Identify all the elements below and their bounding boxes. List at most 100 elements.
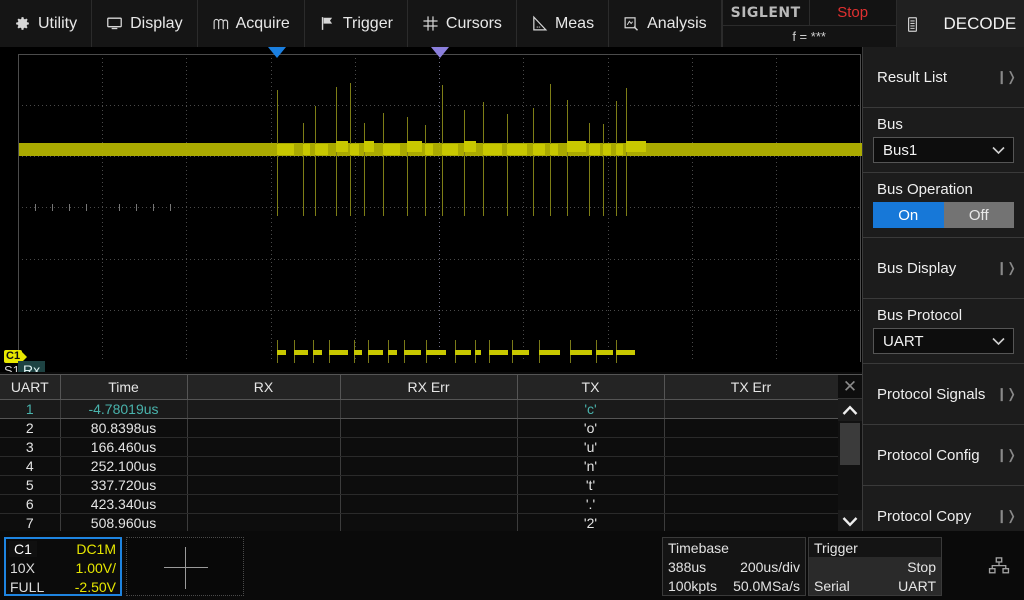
- cell-tx: 't': [517, 475, 664, 494]
- col-header-tx[interactable]: TX: [517, 375, 664, 399]
- waveform-segment: [425, 144, 433, 155]
- waveform-segment: [626, 141, 646, 152]
- waveform-segment: [350, 144, 359, 155]
- menu-protocol-config[interactable]: Protocol Config ❙❭: [863, 425, 1024, 486]
- menu-bus-operation: Bus Operation On Off: [863, 173, 1024, 238]
- col-header-rxerr[interactable]: RX Err: [340, 375, 517, 399]
- grid-line-h: [18, 259, 861, 260]
- scroll-up-button[interactable]: [838, 399, 862, 421]
- menu-item-display[interactable]: Display: [92, 0, 197, 47]
- cell-time: 337.720us: [60, 475, 187, 494]
- waveform-edge: [507, 114, 508, 216]
- menu-label-analysis: Analysis: [647, 15, 707, 33]
- waveform-segment: [442, 144, 458, 155]
- cell-tx: 'n': [517, 456, 664, 475]
- close-icon[interactable]: ✕: [838, 375, 862, 399]
- table-side-controls: ✕: [838, 375, 862, 532]
- grid-center-ruler: [439, 54, 440, 362]
- cell-time: 508.960us: [60, 513, 187, 532]
- table-row[interactable]: 280.8398us'o': [0, 418, 838, 437]
- cell-rx: [187, 475, 340, 494]
- menu-item-trigger[interactable]: Trigger: [305, 0, 408, 47]
- plus-icon-v: [185, 547, 186, 589]
- menu-item-analysis[interactable]: Analysis: [609, 0, 722, 47]
- channel1-bandwidth: FULL: [10, 579, 44, 595]
- table-row[interactable]: 5337.720us't': [0, 475, 838, 494]
- col-header-rx[interactable]: RX: [187, 375, 340, 399]
- cell-tx: 'u': [517, 437, 664, 456]
- cell-rxerr: [340, 456, 517, 475]
- menu-item-acquire[interactable]: Acquire: [198, 0, 305, 47]
- menu-item-utility[interactable]: Utility: [0, 0, 92, 47]
- cell-rxerr: [340, 399, 517, 418]
- cell-rxerr: [340, 418, 517, 437]
- rx-pulse: [475, 350, 481, 355]
- menu-result-list[interactable]: Result List ❙❭: [863, 47, 1024, 108]
- waveform-segment: [315, 144, 328, 155]
- channel1-probe: 10X: [10, 560, 35, 576]
- menu-item-cursors[interactable]: Cursors: [408, 0, 517, 47]
- run-state-badge[interactable]: Stop: [810, 0, 896, 25]
- col-header-uart[interactable]: UART: [0, 375, 60, 399]
- submenu-arrow-icon: ❙❭: [996, 508, 1016, 524]
- table-row[interactable]: 1-4.78019us'c': [0, 399, 838, 418]
- grid-line-v: [102, 54, 103, 362]
- trigger-position-marker[interactable]: [431, 47, 449, 58]
- bus-select[interactable]: Bus1: [873, 137, 1014, 163]
- add-channel-slot[interactable]: [126, 537, 244, 596]
- graticule: [18, 54, 861, 362]
- menu-label-utility: Utility: [38, 15, 77, 33]
- waveform-segment: [483, 144, 502, 155]
- decode-result-table[interactable]: UART Time RX RX Err TX TX Err 1-4.78019u…: [0, 374, 862, 531]
- rx-pulse: [354, 350, 362, 355]
- menu-item-meas[interactable]: Meas: [517, 0, 609, 47]
- timebase-title: Timebase: [663, 538, 805, 557]
- trigger-type: Serial: [814, 578, 850, 594]
- channel1-settings-box[interactable]: C1 DC1M 10X 1.00V/ FULL -2.50V: [4, 537, 122, 596]
- cell-time: -4.78019us: [60, 399, 187, 418]
- bus-operation-on-button[interactable]: On: [873, 202, 944, 228]
- cell-rx: [187, 513, 340, 532]
- cell-time: 423.340us: [60, 494, 187, 513]
- bus-protocol-select[interactable]: UART: [873, 328, 1014, 354]
- table-scrollbar[interactable]: [838, 421, 862, 510]
- cell-rx: [187, 437, 340, 456]
- waveform-segment: [383, 144, 400, 155]
- bus-operation-toggle[interactable]: On Off: [873, 202, 1014, 228]
- cell-txerr: [664, 399, 838, 418]
- bus-operation-off-button[interactable]: Off: [944, 202, 1015, 228]
- trigger-level-marker-left[interactable]: [268, 47, 286, 58]
- cell-tx: 'c': [517, 399, 664, 418]
- waveform-edge: [303, 123, 304, 216]
- menu-bus-display[interactable]: Bus Display ❙❭: [863, 238, 1024, 299]
- table-header-row: UART Time RX RX Err TX TX Err: [0, 375, 838, 399]
- scroll-down-button[interactable]: [838, 510, 862, 532]
- waveform-edge: [425, 125, 426, 216]
- decode-title-bar: DECODE: [897, 0, 1024, 47]
- network-icon[interactable]: [988, 557, 1010, 575]
- bus-label: Bus: [863, 108, 1024, 137]
- cell-rx: [187, 418, 340, 437]
- timebase-scale: 200us/div: [740, 559, 800, 575]
- bottom-status-bar: C1 DC1M 10X 1.00V/ FULL -2.50V Timebase …: [0, 531, 1024, 600]
- col-header-time[interactable]: Time: [60, 375, 187, 399]
- table-row[interactable]: 3166.460us'u': [0, 437, 838, 456]
- waveform-segment: [533, 144, 545, 155]
- waveform-display[interactable]: C1 S1 Rx Tx 'c''o''u''n''t''.''2''0'' ': [0, 47, 862, 372]
- status-box: SIGLENT Stop f = ***: [722, 0, 897, 47]
- cell-rx: [187, 494, 340, 513]
- trigger-box[interactable]: Trigger Stop Serial UART: [808, 537, 942, 596]
- page-title: DECODE: [943, 14, 1016, 34]
- timebase-box[interactable]: Timebase 388us 200us/div 100kpts 50.0MSa…: [662, 537, 806, 596]
- table-row[interactable]: 6423.340us'.': [0, 494, 838, 513]
- table-row[interactable]: 4252.100us'n': [0, 456, 838, 475]
- cell-txerr: [664, 513, 838, 532]
- waveform-edge: [364, 123, 365, 216]
- col-header-txerr[interactable]: TX Err: [664, 375, 838, 399]
- menu-protocol-signals[interactable]: Protocol Signals ❙❭: [863, 364, 1024, 425]
- table-row[interactable]: 7508.960us'2': [0, 513, 838, 532]
- rx-pulse: [277, 350, 286, 355]
- acquire-icon: [212, 15, 229, 32]
- cell-rxerr: [340, 475, 517, 494]
- scrollbar-thumb[interactable]: [840, 423, 860, 465]
